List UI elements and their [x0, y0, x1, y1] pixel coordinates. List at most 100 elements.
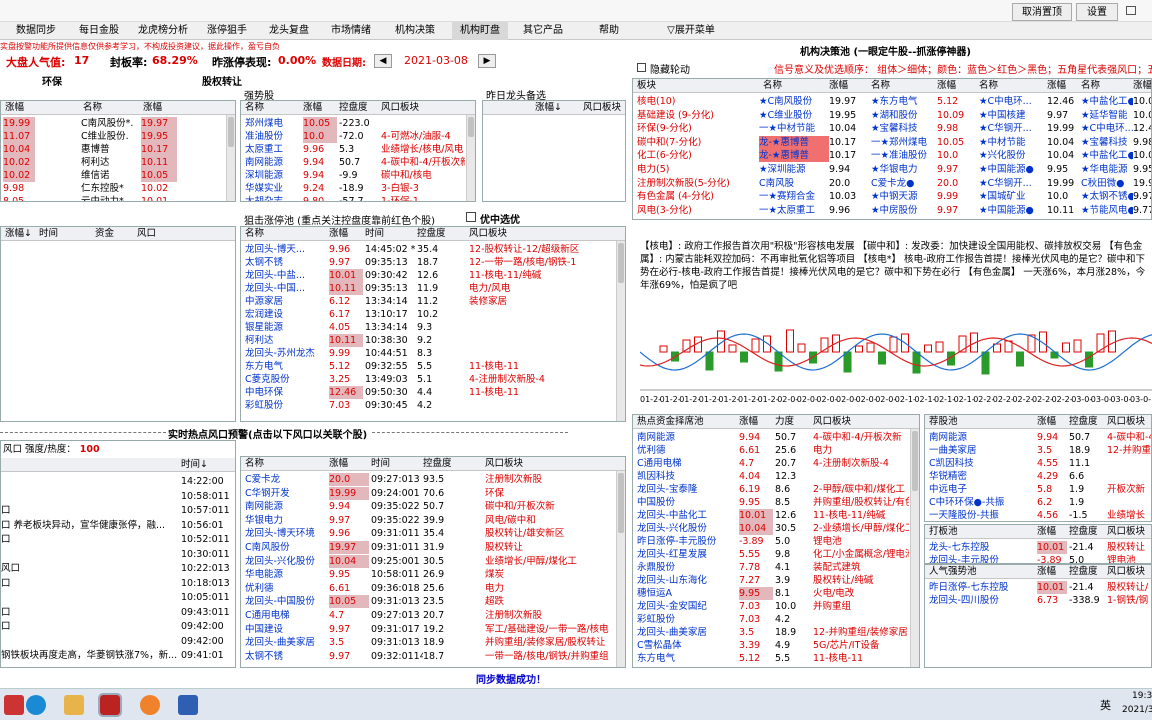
table-row[interactable]: 10.02 维信诺 10.05 [1, 169, 221, 182]
table-row[interactable]: 9.98 仁东控股* 10.02 [1, 182, 221, 195]
table-row[interactable]: 10.04 惠博普 10.17 [1, 143, 221, 156]
maximize-icon[interactable] [1126, 6, 1136, 15]
table-row[interactable]: 深圳能源 9.94 -9.9 碳中和/核电 [241, 169, 461, 182]
table-row[interactable]: 龙回头-山东海化 7.27 3.9 股权转让/纯碱 [633, 574, 909, 587]
next-date-button[interactable]: ▶ [478, 54, 496, 68]
table-row[interactable]: 中源家居 6.12 13:34:14 11.2 装修家居 [241, 295, 615, 308]
table-row[interactable]: 10:58:011 [1, 490, 235, 503]
table-row[interactable]: 10:05:011 [1, 591, 235, 604]
table-row[interactable]: 郑州煤电 10.05 -223.0 [241, 117, 461, 130]
table-row[interactable]: C雪松晶体 3.39 4.9 5G/芯片/IT设备 [633, 639, 909, 652]
table-row[interactable]: 19.99 C南风股份*. 19.97 [1, 117, 221, 130]
table-row[interactable]: 大胡杂志 9.80 -57.7 1-环保-1 [241, 195, 461, 201]
table-row[interactable]: 穗恒运A 9.95 8.1 火电/电改 [633, 587, 909, 600]
table-row[interactable]: 龙回头-兴化股份 10.04 30.5 2-业绩增长/甲醇/煤化工 [633, 522, 909, 535]
table-row[interactable]: 一天隆股份-共振 4.56 -1.5 业绩增长 [925, 509, 1151, 521]
table-row[interactable]: 龙回头-中盐化工 10.01 12.6 11-核电-11/纯碱 [633, 509, 909, 522]
table-row[interactable]: 口 09:43:011 [1, 606, 235, 619]
table-row[interactable]: C通用电梯 4.7 09:27:013 20.7 注册制次新股 [241, 609, 615, 622]
menu-limit[interactable]: 涨停狙手 [200, 22, 254, 40]
table-row[interactable]: 优利德 6.61 25.6 电力 [633, 444, 909, 457]
table-row[interactable]: 太原重工 9.96 5.3 业绩增长/核电/风电 [241, 143, 463, 156]
table-row[interactable]: 核电(10) ★C南风股份 19.97 ★东方电气 5.12 ★C中电环... 12.46 ★… [633, 95, 1151, 108]
table-row[interactable]: 华媒实业 9.24 -18.9 3-白银-3 [241, 182, 461, 195]
table-row[interactable]: 环保(9-分化) 一★中材节能 10.04 ★宝馨科技 9.98 ★C华钢开... 19.9… [633, 122, 1151, 135]
table-row[interactable]: 东方电气 5.12 09:32:55 5.5 11-核电-11 [241, 360, 615, 373]
app-icon[interactable] [4, 695, 24, 715]
table-row[interactable]: C南风股份 19.97 09:31:011 31.9 股权转让 [241, 541, 615, 554]
table-row[interactable]: 银星能源 4.05 13:34:14 9.3 [241, 321, 615, 334]
menu-mood[interactable]: 市场情绪 [324, 22, 378, 40]
active-app-icon[interactable] [98, 693, 122, 717]
hide-rotate-checkbox[interactable] [637, 63, 646, 72]
table-row[interactable]: 口 10:18:013 [1, 577, 235, 590]
table-row[interactable]: 南网能源 9.94 50.7 4-碳中和-4 [925, 431, 1151, 444]
table-row[interactable]: 龙回头-宝泰隆 6.19 8.6 2-甲醇/碳中和/煤化工 [633, 483, 909, 496]
table-row[interactable]: 龙回头-中盐... 10.01 09:30:42 12.6 11-核电-11/纯碱 [241, 269, 615, 282]
table-row[interactable]: 龙回头-博天环境 9.96 09:31:011 35.4 股权转让/雄安新区 [241, 527, 615, 540]
menu-monitor[interactable]: 机构盯盘 [452, 22, 508, 40]
table-row[interactable]: 永鼎股份 7.78 4.1 装配式建筑 [633, 561, 909, 574]
table-row[interactable]: 8.05 云中动力* 10.01 [1, 195, 221, 201]
table-row[interactable]: 中远电子 5.8 1.9 开板次新 [925, 483, 1151, 496]
table-row[interactable]: 龙头-七东控股 10.01 -21.4 股权转让 [925, 541, 1151, 554]
table-row[interactable]: 彩虹股份 7.03 4.2 [633, 613, 909, 626]
prev-date-button[interactable]: ◀ [374, 54, 392, 68]
table-row[interactable]: C菱克股份 3.25 13:49:03 5.1 4-注册制次新股-4 [241, 373, 615, 386]
unpin-button[interactable]: 取消置顶 [1012, 3, 1072, 21]
table-row[interactable]: 南网能源 9.94 50.7 4-碳中和-4/开板次新 [633, 431, 909, 444]
table-row[interactable]: 龙回头-曲美家居 3.5 18.9 12-并购重组/装修家居 [633, 626, 909, 639]
menu-expand[interactable]: ▽展开菜单 [656, 22, 726, 40]
table-row[interactable]: 宏润建设 6.17 13:10:17 10.2 [241, 308, 615, 321]
table-row[interactable]: 华银电力 9.97 09:35:022 39.9 风电/碳中和 [241, 514, 615, 527]
table-row[interactable]: C华钢开发 19.99 09:24:001 70.6 环保 [241, 486, 615, 500]
table-row[interactable]: 太钢不锈 9.97 09:32:0114 18.7 一带一路/核电/钢铁/并购重组 [241, 650, 615, 663]
table-row[interactable]: 化工(6-分化) 龙-★惠博普 10.17 一★准油股份 10.0 ★兴化股份 10.04 ★… [633, 149, 1151, 163]
table-row[interactable]: 口 10:52:011 [1, 533, 235, 546]
table-row[interactable]: 柯利达 10.11 10:38:30 9.2 [241, 334, 615, 347]
menu-other[interactable]: 其它产品 [516, 22, 570, 40]
table-row[interactable]: 注册制次新股(5-分化) C南风股 20.0 C爱卡龙● 20.0 ★C华钢开... 19.… [633, 177, 1151, 190]
table-row[interactable]: 优利德 6.61 09:36:018 25.6 电力 [241, 582, 615, 595]
table-row[interactable]: C凯因科技 4.55 11.1 [925, 457, 1151, 470]
table-row[interactable]: C爱卡龙 20.0 09:27:013 93.5 注册制次新股 [241, 473, 615, 486]
table-row[interactable]: 口 10:57:011 [1, 504, 235, 517]
menu-sync[interactable]: 数据同步 [6, 22, 66, 40]
table-row[interactable]: 10.02 柯利达 10.11 [1, 156, 221, 169]
menu-inst[interactable]: 机构决策 [388, 22, 442, 40]
table-row[interactable]: 龙回头-曲美家居 3.5 09:31:013 18.9 并购重组/装修家居/股权转让 [241, 636, 615, 649]
tray-language[interactable]: 英 [1100, 697, 1111, 713]
table-row[interactable]: 中国建设 9.97 09:31:017 19.2 军工/基础建设/一带一路/核电 [241, 623, 615, 636]
table-row[interactable]: 口 09:42:00 [1, 620, 235, 633]
table-row[interactable]: 华电能源 9.95 10:58:011 26.9 煤炭 [241, 568, 615, 581]
edge-icon[interactable] [26, 695, 46, 715]
table-row[interactable]: 龙回头-四川股份 6.73 -338.9 1-钢铁/钢 [925, 594, 1151, 607]
table-row[interactable]: 昨日涨停-丰元股份 -3.89 5.0 锂电池 [633, 535, 909, 548]
table-row[interactable]: 有色金属 (4-分化) 一★赛翔合金 10.03 ★中钢天源 9.99 ★国城矿业 10.0… [633, 190, 1151, 203]
table-row[interactable]: 中国股份 9.95 8.5 并购重组/股权转让/有色 [633, 496, 909, 509]
table-row[interactable]: 09:42:00 [1, 635, 235, 648]
table-row[interactable]: 东方电气 5.12 5.5 11-核电-11 [633, 652, 909, 665]
table-row[interactable]: 龙回头-苏州龙杰 9.99 10:44:51 8.3 [241, 347, 615, 360]
table-row[interactable]: 龙回头-丰元股份 -3.89 5.0 锂电池 [925, 554, 1151, 563]
table-row[interactable]: 11.07 C维业股份. 19.95 [1, 130, 221, 143]
folder-icon[interactable] [64, 695, 84, 715]
table-row[interactable]: 10:30:011 [1, 548, 235, 561]
table-row[interactable]: 南网能源 9.94 50.7 4-碳中和-4/开板次新 [241, 156, 465, 169]
table-row[interactable]: 风口 10:22:013 [1, 562, 235, 575]
table-row[interactable]: 电力(5) ★深圳能源 9.94 ★华银电力 9.97 ★中国能源● 9.95 ★华电能源 9.… [633, 163, 1151, 176]
table-row[interactable]: C通用电梯 4.7 20.7 4-注册制次新股-4 [633, 457, 909, 470]
table-row[interactable]: 龙回头-兴化股份 10.04 09:25:001 30.5 业绩增长/甲醇/煤化工 [241, 554, 615, 568]
table-row[interactable]: 华锐精密 4.29 6.6 [925, 470, 1151, 483]
table-row[interactable]: 龙回头-中国股份 10.05 09:31:013 23.5 超跌 [241, 595, 615, 609]
pref-checkbox[interactable] [466, 212, 476, 222]
settings-button[interactable]: 设置 [1076, 3, 1118, 21]
table-row[interactable]: 风电(3-分化) 一★太原重工 9.96 ★中房股份 9.97 ★中国能源● 10.11 ★节… [633, 204, 1151, 217]
table-row[interactable]: 口 养老板块异动，宣华健康张停，融... 10:56:01 [1, 519, 235, 532]
p-app-icon[interactable] [178, 695, 198, 715]
table-row[interactable]: 龙回头-博天... 9.96 14:45:02 * 35.4 12-股权转让-12/超级… [241, 243, 615, 256]
table-row[interactable]: 龙回头-中国... 10.11 09:35:13 11.9 电力/风电 [241, 282, 615, 295]
table-row[interactable]: 14:22:00 [1, 475, 235, 488]
table-row[interactable]: 昨日涨停-七东控股 10.01 -21.4 股权转让/ [925, 581, 1151, 594]
table-row[interactable]: C中环环保●-共振 6.2 1.9 [925, 496, 1151, 509]
